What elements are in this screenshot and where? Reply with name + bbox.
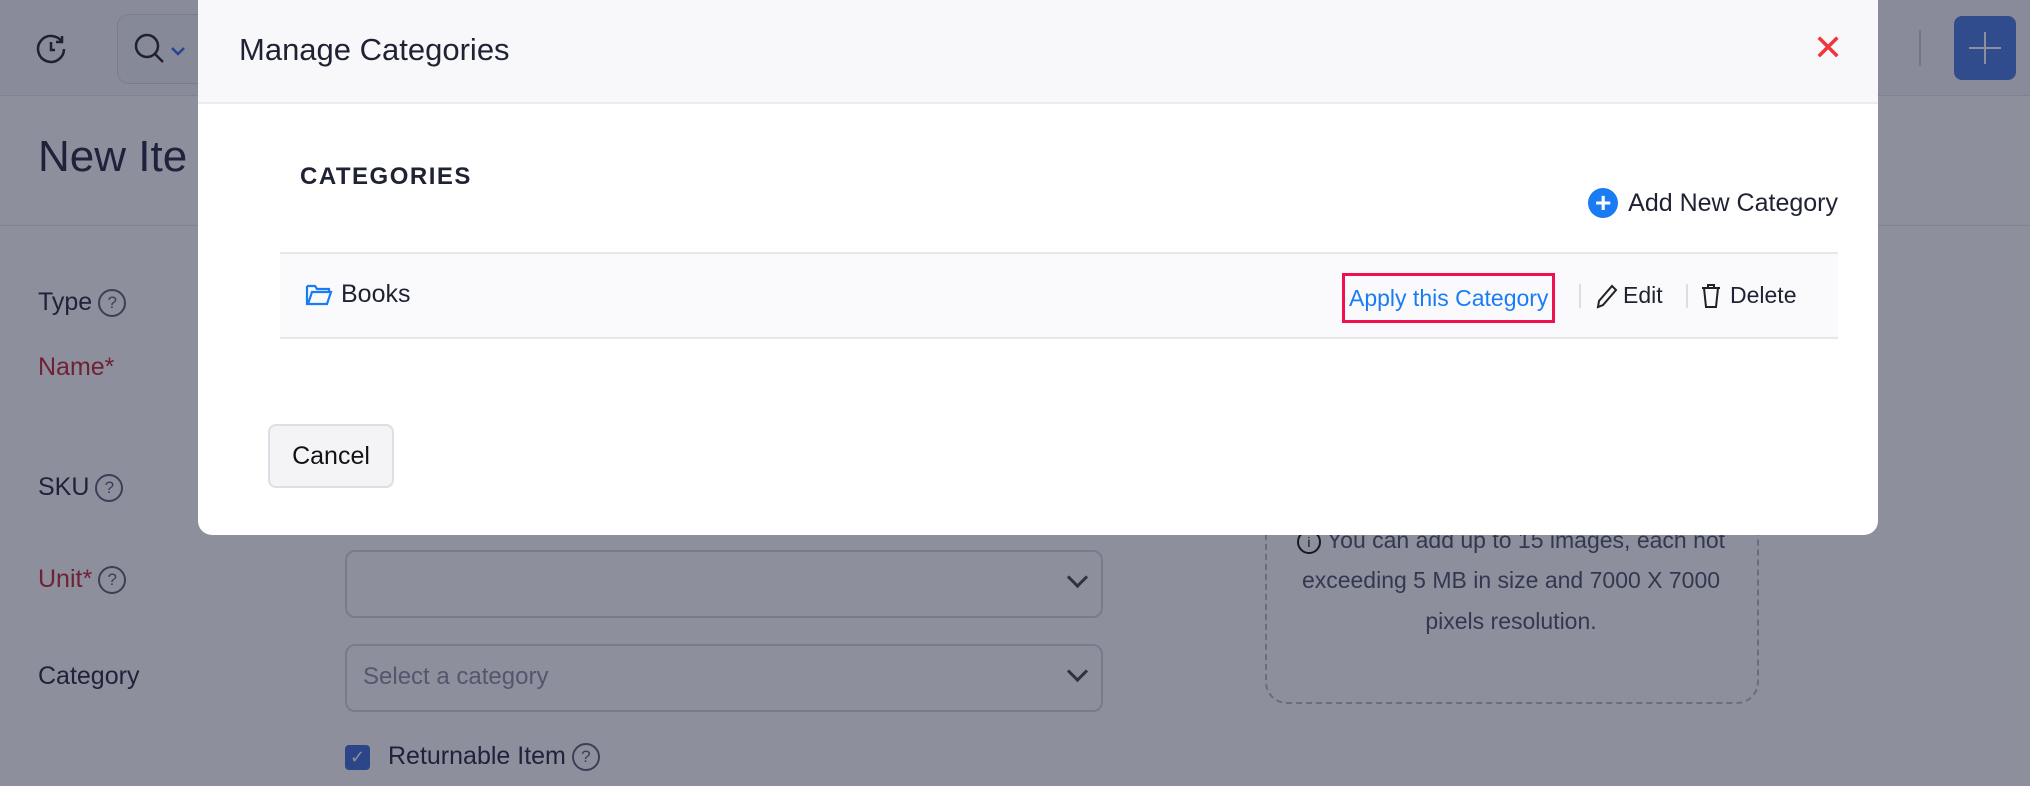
modal-header: Manage Categories ✕ <box>198 0 1878 104</box>
trash-icon <box>1702 283 1720 308</box>
cancel-button[interactable]: Cancel <box>268 424 394 488</box>
divider <box>1579 284 1581 308</box>
plus-circle-icon: + <box>1588 188 1619 218</box>
delete-button[interactable]: Delete <box>1700 282 1796 309</box>
delete-label: Delete <box>1730 282 1797 308</box>
close-icon[interactable]: ✕ <box>1813 28 1843 68</box>
add-new-category-button[interactable]: + Add New Category <box>1588 188 1838 218</box>
edit-label: Edit <box>1623 282 1663 308</box>
categories-heading: CATEGORIES <box>300 163 472 190</box>
category-name: Books <box>305 280 410 309</box>
category-row: Books Apply this Category Edit Delete <box>280 252 1838 339</box>
add-new-category-label: Add New Category <box>1628 188 1838 217</box>
edit-button[interactable]: Edit <box>1595 282 1663 309</box>
category-name-text: Books <box>341 280 411 308</box>
apply-category-link[interactable]: Apply this Category <box>1342 273 1556 323</box>
modal-title: Manage Categories <box>239 32 510 67</box>
manage-categories-modal: Manage Categories ✕ CATEGORIES + Add New… <box>198 0 1878 535</box>
divider <box>1686 284 1688 308</box>
folder-icon <box>305 284 333 305</box>
pencil-icon <box>1596 284 1618 309</box>
